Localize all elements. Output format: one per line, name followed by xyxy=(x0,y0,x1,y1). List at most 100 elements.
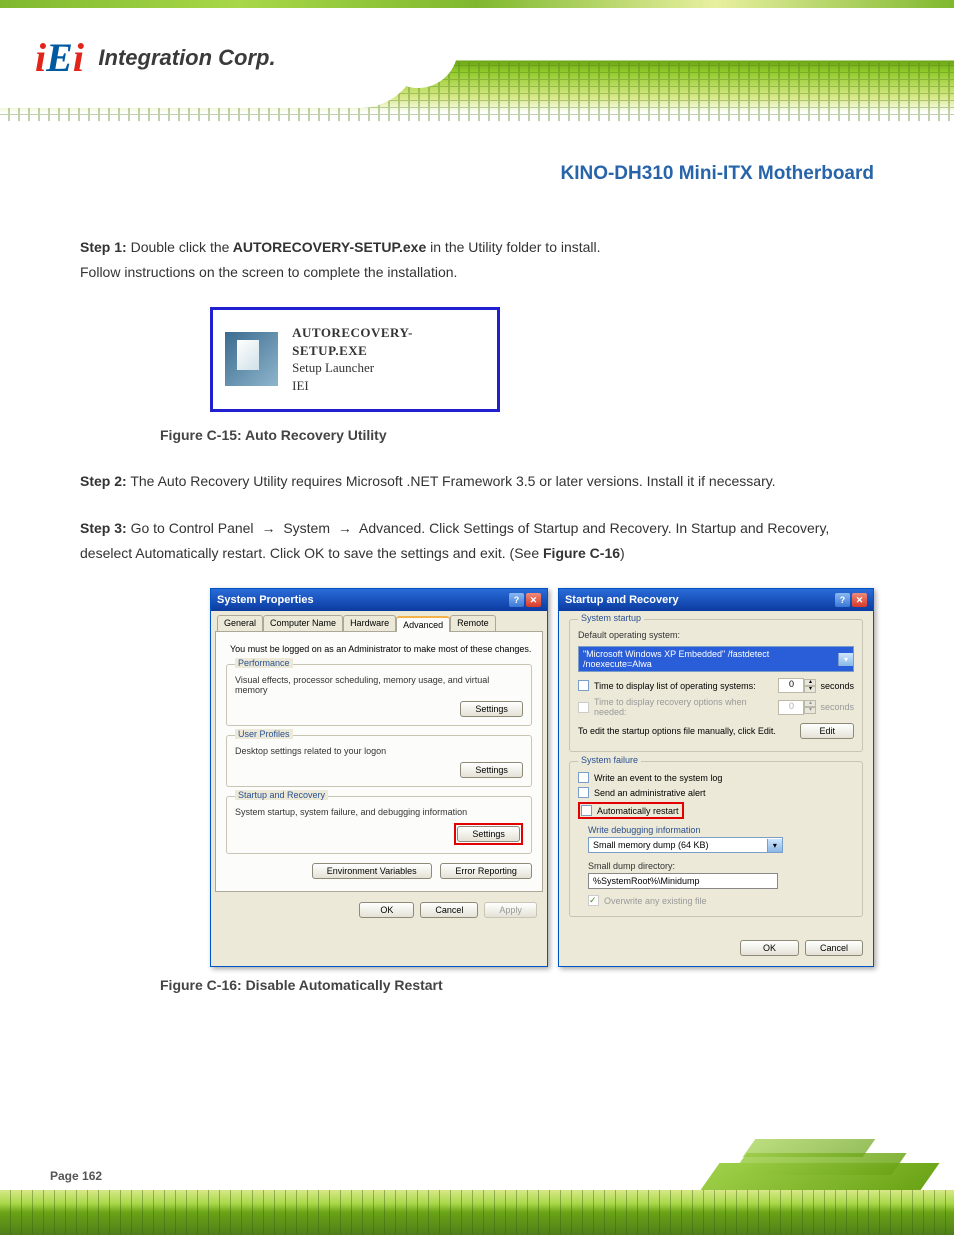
step-1-label: Step 1: xyxy=(80,239,127,255)
step-2: Step 2: The Auto Recovery Utility requir… xyxy=(80,469,874,494)
time-recovery-label: Time to display recovery options when ne… xyxy=(594,697,774,717)
titlebar: System Properties ? ✕ xyxy=(211,589,547,611)
spin-down-icon[interactable]: ▾ xyxy=(804,686,816,693)
step-1-follow: Follow instructions on the screen to com… xyxy=(80,264,457,280)
checkbox-overwrite xyxy=(588,895,599,906)
arrow-icon: → xyxy=(338,520,352,536)
tab-remote[interactable]: Remote xyxy=(450,615,496,631)
system-properties-dialog: System Properties ? ✕ General Computer N… xyxy=(210,588,548,967)
ok-button[interactable]: OK xyxy=(359,902,414,918)
step-3: Step 3: Go to Control Panel → System → A… xyxy=(80,516,874,566)
group-title: System failure xyxy=(578,755,641,765)
seconds-input-disabled: 0 xyxy=(778,700,804,715)
exe-filename: AUTORECOVERY-SETUP.exe xyxy=(229,239,430,255)
top-accent-bar xyxy=(0,0,954,8)
checkbox-time-os[interactable] xyxy=(578,680,589,691)
group-title: Startup and Recovery xyxy=(235,790,328,800)
dialog-bottom-buttons: OK Cancel Apply xyxy=(211,896,547,928)
dump-dir-input[interactable] xyxy=(588,873,778,889)
cancel-button[interactable]: Cancel xyxy=(805,940,863,956)
user-profiles-settings-button[interactable]: Settings xyxy=(460,762,523,778)
tab-hardware[interactable]: Hardware xyxy=(343,615,396,631)
step-1: Step 1: Double click the AUTORECOVERY-SE… xyxy=(80,235,874,285)
checkbox-time-recovery xyxy=(578,702,589,713)
ok-button[interactable]: OK xyxy=(740,940,799,956)
group-desc: Desktop settings related to your logon xyxy=(235,746,523,756)
figure-16-caption: Figure C-16: Disable Automatically Resta… xyxy=(160,977,874,993)
step-3-text-a: Go to Control Panel xyxy=(127,520,258,536)
titlebar: Startup and Recovery ? ✕ xyxy=(559,589,873,611)
write-event-label: Write an event to the system log xyxy=(594,773,722,783)
seconds-label: seconds xyxy=(820,702,854,712)
main-content: KINO-DH310 Mini-ITX Motherboard Step 1: … xyxy=(0,113,954,1049)
step-3-end: ) xyxy=(620,545,625,561)
titlebar-buttons: ? ✕ xyxy=(835,593,867,607)
default-os-combo[interactable]: "Microsoft Windows XP Embedded" /fastdet… xyxy=(578,646,854,672)
page-number-label: Page 162 xyxy=(50,1169,102,1183)
close-icon[interactable]: ✕ xyxy=(526,593,541,607)
edit-label: To edit the startup options file manuall… xyxy=(578,726,776,736)
environment-variables-button[interactable]: Environment Variables xyxy=(312,863,432,879)
step-2-text: The Auto Recovery Utility requires Micro… xyxy=(127,473,776,489)
dialog-body: System startup Default operating system:… xyxy=(559,611,873,934)
cancel-button[interactable]: Cancel xyxy=(420,902,478,918)
logo: iEi Integration Corp. xyxy=(35,34,276,81)
admin-note: You must be logged on as an Administrato… xyxy=(230,644,532,654)
tab-advanced[interactable]: Advanced xyxy=(396,616,450,632)
group-desc: System startup, system failure, and debu… xyxy=(235,807,523,817)
figure-text: AUTORECOVERY-SETUP.EXE Setup Launcher IE… xyxy=(292,324,485,394)
highlight-box: Automatically restart xyxy=(578,802,685,819)
spin-up-icon[interactable]: ▴ xyxy=(804,679,816,686)
checkbox-send-alert[interactable] xyxy=(578,787,589,798)
group-title: User Profiles xyxy=(235,729,293,739)
help-icon[interactable]: ? xyxy=(509,593,524,607)
figure-line3: IEI xyxy=(292,377,485,395)
tab-general[interactable]: General xyxy=(217,615,263,631)
combo-value: Small memory dump (64 KB) xyxy=(593,840,709,850)
logo-mark: iEi xyxy=(35,34,84,81)
group-title: System startup xyxy=(578,613,644,623)
titlebar-buttons: ? ✕ xyxy=(509,593,541,607)
startup-recovery-group: Startup and Recovery System startup, sys… xyxy=(226,796,532,854)
system-failure-group: System failure Write an event to the sys… xyxy=(569,761,863,917)
send-alert-label: Send an administrative alert xyxy=(594,788,706,798)
edit-button[interactable]: Edit xyxy=(800,723,854,739)
auto-restart-label: Automatically restart xyxy=(597,806,679,816)
dump-dir-label: Small dump directory: xyxy=(588,861,854,871)
highlight-box: Settings xyxy=(454,823,523,845)
chevron-down-icon: ▾ xyxy=(838,653,853,666)
default-os-label: Default operating system: xyxy=(578,630,854,640)
seconds-input[interactable]: 0 xyxy=(778,678,804,693)
dialog-bottom-buttons: OK Cancel xyxy=(559,934,873,966)
tab-row: General Computer Name Hardware Advanced … xyxy=(211,611,547,631)
page-header: iEi Integration Corp. xyxy=(0,8,954,113)
performance-settings-button[interactable]: Settings xyxy=(460,701,523,717)
overwrite-label: Overwrite any existing file xyxy=(604,896,707,906)
close-icon[interactable]: ✕ xyxy=(852,593,867,607)
dump-type-combo[interactable]: Small memory dump (64 KB) ▾ xyxy=(588,837,783,853)
step-1-text-a: Double click the xyxy=(127,239,230,255)
system-startup-group: System startup Default operating system:… xyxy=(569,619,863,752)
startup-recovery-dialog: Startup and Recovery ? ✕ System startup … xyxy=(558,588,874,967)
step-3-text-b: System xyxy=(279,520,333,536)
spin-up-icon: ▴ xyxy=(804,700,816,707)
figure-exe-name: AUTORECOVERY-SETUP.EXE xyxy=(292,324,485,359)
startup-recovery-settings-button[interactable]: Settings xyxy=(457,826,520,842)
spin-down-icon: ▾ xyxy=(804,707,816,714)
group-desc: Visual effects, processor scheduling, me… xyxy=(235,675,523,695)
doc-title: KINO-DH310 Mini-ITX Motherboard xyxy=(80,163,874,185)
combo-value: "Microsoft Windows XP Embedded" /fastdet… xyxy=(583,649,838,669)
chevron-down-icon: ▾ xyxy=(767,839,782,852)
checkbox-write-event[interactable] xyxy=(578,772,589,783)
step-2-label: Step 2: xyxy=(80,473,127,489)
dialog-body: You must be logged on as an Administrato… xyxy=(215,631,543,892)
error-reporting-button[interactable]: Error Reporting xyxy=(440,863,532,879)
figure-dialogs: System Properties ? ✕ General Computer N… xyxy=(210,588,874,967)
tab-computer-name[interactable]: Computer Name xyxy=(263,615,343,631)
step-3-fig-ref: Figure C-16 xyxy=(543,545,620,561)
apply-button[interactable]: Apply xyxy=(484,902,537,918)
help-icon[interactable]: ? xyxy=(835,593,850,607)
checkbox-auto-restart[interactable] xyxy=(581,805,592,816)
group-title: Performance xyxy=(235,658,293,668)
write-debug-label: Write debugging information xyxy=(588,825,854,835)
